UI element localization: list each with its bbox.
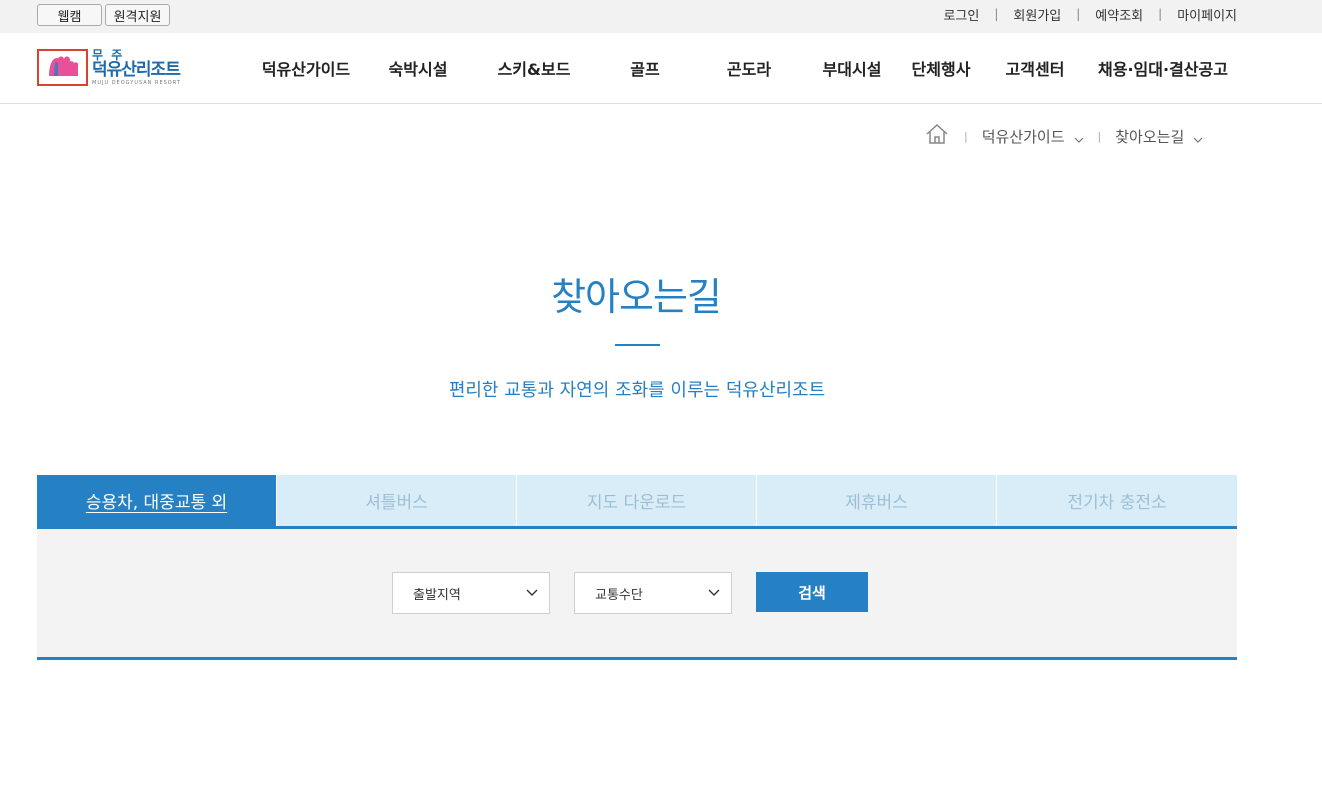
logo-small-text: 무 주 xyxy=(92,47,125,62)
reservation-check-link[interactable]: 예약조회 xyxy=(1095,5,1143,24)
page-title: 찾아오는길 xyxy=(551,275,722,319)
search-button[interactable]: 검색 xyxy=(756,572,868,612)
breadcrumb-divider: | xyxy=(1097,129,1102,143)
nav-item-ski-board[interactable]: 스키&보드 xyxy=(494,33,574,103)
chevron-down-icon[interactable] xyxy=(1193,131,1203,143)
site-header: 무 주 덕유산리조트 MUJU DEOGYUSAN RESORT 덕유산가이드 … xyxy=(0,33,1322,104)
logo-main-text: 덕유산리조트 xyxy=(92,59,181,80)
nav-item-customer-center[interactable]: 고객센터 xyxy=(997,33,1073,103)
nav-item-accommodation[interactable]: 숙박시설 xyxy=(380,33,456,103)
breadcrumb-item-guide[interactable]: 덕유산가이드 xyxy=(982,126,1065,147)
transport-mode-select[interactable]: 교통수단 xyxy=(574,572,732,614)
tab-shuttle-bus[interactable]: 셔틀버스 xyxy=(277,475,517,526)
utility-links: 로그인 | 회원가입 | 예약조회 | 마이페이지 xyxy=(943,0,1237,28)
chevron-down-icon xyxy=(525,587,539,599)
webcam-button[interactable]: 웹캠 xyxy=(37,4,102,26)
tab-map-download[interactable]: 지도 다운로드 xyxy=(517,475,757,526)
tab-ev-charging[interactable]: 전기차 충전소 xyxy=(997,475,1237,526)
breadcrumb-divider: | xyxy=(964,129,968,143)
site-logo[interactable]: 무 주 덕유산리조트 MUJU DEOGYUSAN RESORT xyxy=(37,47,193,87)
logo-wordmark: 무 주 덕유산리조트 MUJU DEOGYUSAN RESORT xyxy=(92,49,181,86)
title-divider xyxy=(615,344,660,346)
departure-region-value: 출발지역 xyxy=(413,587,461,603)
chevron-down-icon xyxy=(707,587,721,599)
nav-item-facilities[interactable]: 부대시설 xyxy=(814,33,890,103)
tab-partner-bus[interactable]: 제휴버스 xyxy=(757,475,997,526)
transport-mode-value: 교통수단 xyxy=(595,587,643,603)
signup-link[interactable]: 회원가입 xyxy=(1013,5,1061,24)
remote-support-button[interactable]: 원격지원 xyxy=(105,4,170,26)
logo-english-text: MUJU DEOGYUSAN RESORT xyxy=(92,79,181,86)
nav-item-recruit-notice[interactable]: 채용·임대·결산공고 xyxy=(1089,33,1237,103)
page-subtitle: 편리한 교통과 자연의 조화를 이루는 덕유산리조트 xyxy=(448,380,826,401)
nav-item-gondola[interactable]: 곤도라 xyxy=(720,33,778,103)
tab-car-public-transport[interactable]: 승용차, 대중교통 외 xyxy=(37,475,277,526)
search-panel: 출발지역 교통수단 검색 xyxy=(37,526,1237,660)
nav-item-deogyusan-guide[interactable]: 덕유산가이드 xyxy=(254,33,358,103)
nav-item-group-events[interactable]: 단체행사 xyxy=(903,33,979,103)
top-utility-bar: 웹캠 원격지원 로그인 | 회원가입 | 예약조회 | 마이페이지 xyxy=(0,0,1322,33)
breadcrumb-item-directions[interactable]: 찾아오는길 xyxy=(1115,126,1184,147)
nav-item-golf[interactable]: 골프 xyxy=(622,33,668,103)
chevron-down-icon[interactable] xyxy=(1074,131,1084,143)
divider: | xyxy=(1076,7,1081,21)
breadcrumb: | 덕유산가이드 | 찾아오는길 xyxy=(924,122,1203,150)
mypage-link[interactable]: 마이페이지 xyxy=(1177,5,1237,24)
logo-emblem-icon xyxy=(37,48,88,86)
departure-region-select[interactable]: 출발지역 xyxy=(392,572,550,614)
directions-tabs: 승용차, 대중교통 외 셔틀버스 지도 다운로드 제휴버스 전기차 충전소 xyxy=(37,475,1237,526)
home-icon[interactable] xyxy=(924,122,950,150)
login-link[interactable]: 로그인 xyxy=(943,5,979,24)
divider: | xyxy=(1158,7,1163,21)
divider: | xyxy=(994,7,999,21)
